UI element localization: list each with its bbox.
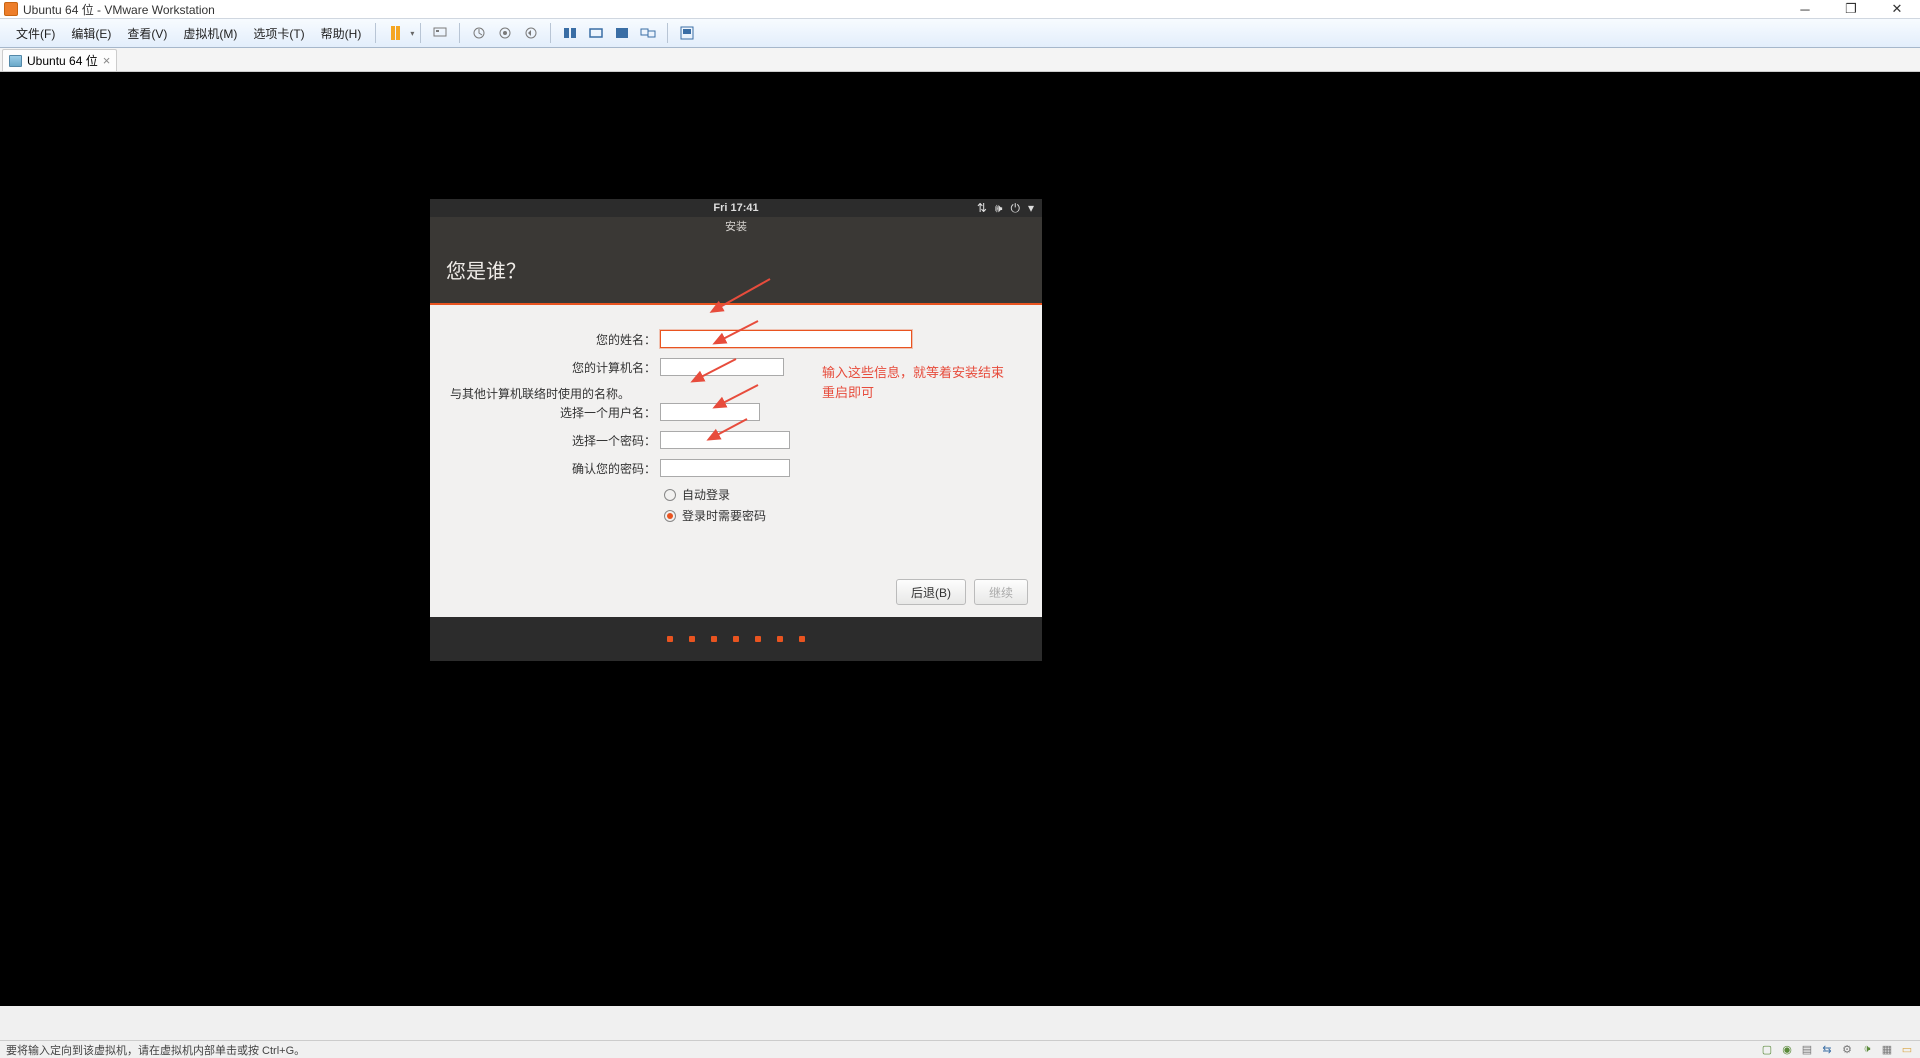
radio-checked-icon (664, 510, 676, 522)
pause-dropdown-icon[interactable]: ▾ (410, 29, 414, 38)
dot-icon (777, 636, 783, 642)
send-ctrl-alt-del-button[interactable] (429, 22, 451, 44)
vm-tab-label: Ubuntu 64 位 (27, 52, 98, 69)
multimonitor-button[interactable] (637, 22, 659, 44)
radio-icon (664, 489, 676, 501)
system-tray[interactable]: ⇅ 🕪 ⏻ ▾ (977, 201, 1034, 216)
tabbar: Ubuntu 64 位 × (0, 48, 1920, 72)
window-title: Ubuntu 64 位 - VMware Workstation (23, 1, 215, 18)
auto-login-label: 自动登录 (682, 486, 730, 503)
clock-label: Fri 17:41 (713, 202, 758, 214)
require-password-label: 登录时需要密码 (682, 507, 766, 524)
vm-console[interactable]: Fri 17:41 ⇅ 🕪 ⏻ ▾ 安装 您是谁？ 您的姓名： 您的计算机名： … (0, 72, 1920, 1006)
network-adapter-icon[interactable]: ⇆ (1820, 1043, 1834, 1057)
close-button[interactable]: ✕ (1874, 0, 1920, 18)
menu-tabs[interactable]: 选项卡(T) (245, 25, 312, 42)
menu-vm[interactable]: 虚拟机(M) (175, 25, 245, 42)
progress-dots (430, 617, 1042, 661)
unity-button[interactable] (585, 22, 607, 44)
menu-file[interactable]: 文件(F) (8, 25, 63, 42)
separator (375, 23, 376, 43)
separator (550, 23, 551, 43)
name-input[interactable] (660, 330, 912, 348)
snapshot-button[interactable] (468, 22, 490, 44)
menu-view[interactable]: 查看(V) (119, 25, 175, 42)
installer-titlebar: 安装 (430, 217, 1042, 237)
window-controls: ─ ❐ ✕ (1782, 0, 1920, 18)
gnome-topbar: Fri 17:41 ⇅ 🕪 ⏻ ▾ (430, 199, 1042, 217)
form-area: 您的姓名： 您的计算机名： 与其他计算机联络时使用的名称。 选择一个用户名： 选… (430, 305, 1042, 605)
username-label: 选择一个用户名： (450, 404, 660, 421)
arrow-computer-icon (718, 319, 763, 347)
vm-tab[interactable]: Ubuntu 64 位 × (2, 49, 117, 71)
dot-icon (667, 636, 673, 642)
statusbar: 要将输入定向到该虚拟机，请在虚拟机内部单击或按 Ctrl+G。 ▢ ◉ ▤ ⇆ … (0, 1040, 1920, 1058)
revert-snapshot-button[interactable] (520, 22, 542, 44)
annotation-line2: 重启即可 (822, 383, 1004, 403)
fullscreen-button[interactable] (611, 22, 633, 44)
name-label: 您的姓名： (450, 331, 660, 348)
sound-icon[interactable]: 🕩 (1860, 1043, 1874, 1057)
tab-close-button[interactable]: × (103, 53, 111, 68)
annotation-line1: 输入这些信息，就等着安装结束 (822, 363, 1004, 383)
chevron-down-icon[interactable]: ▾ (1028, 201, 1034, 215)
network-icon[interactable]: ⇅ (977, 201, 987, 215)
dot-icon (733, 636, 739, 642)
separator (420, 23, 421, 43)
maximize-button[interactable]: ❐ (1828, 0, 1874, 18)
status-icons: ▢ ◉ ▤ ⇆ ⚙ 🕩 ▦ ▭ (1760, 1043, 1914, 1057)
status-text: 要将输入定向到该虚拟机，请在虚拟机内部单击或按 Ctrl+G。 (6, 1042, 305, 1058)
dot-icon (799, 636, 805, 642)
usb-icon[interactable]: ⚙ (1840, 1043, 1854, 1057)
continue-button[interactable]: 继续 (974, 579, 1028, 605)
require-password-radio[interactable]: 登录时需要密码 (664, 507, 1022, 524)
disk-icon[interactable]: ▢ (1760, 1043, 1774, 1057)
printer-icon[interactable]: ▦ (1880, 1043, 1894, 1057)
password-label: 选择一个密码： (450, 432, 660, 449)
annotation-text: 输入这些信息，就等着安装结束 重启即可 (822, 363, 1004, 402)
dot-icon (689, 636, 695, 642)
back-button[interactable]: 后退(B) (896, 579, 966, 605)
arrow-username-icon (696, 357, 741, 385)
power-icon[interactable]: ⏻ (1010, 201, 1020, 216)
arrow-name-icon (715, 277, 775, 316)
installer-footer: 后退(B) 继续 (896, 579, 1028, 605)
thumbnail-bar-button[interactable] (676, 22, 698, 44)
dot-icon (755, 636, 761, 642)
menu-edit[interactable]: 编辑(E) (63, 25, 119, 42)
confirm-password-input[interactable] (660, 459, 790, 477)
arrow-password-icon (718, 383, 763, 411)
computer-label: 您的计算机名： (450, 359, 660, 376)
auto-login-radio[interactable]: 自动登录 (664, 486, 1022, 503)
pause-button[interactable] (384, 22, 406, 44)
app-icon (4, 2, 18, 16)
separator (667, 23, 668, 43)
arrow-confirm-icon (712, 417, 752, 442)
fit-guest-button[interactable] (559, 22, 581, 44)
menubar: 文件(F) 编辑(E) 查看(V) 虚拟机(M) 选项卡(T) 帮助(H) ▾ (0, 18, 1920, 48)
vm-tab-icon (9, 55, 22, 67)
message-log-icon[interactable]: ▭ (1900, 1043, 1914, 1057)
separator (459, 23, 460, 43)
confirm-label: 确认您的密码： (450, 460, 660, 477)
volume-icon[interactable]: 🕪 (995, 201, 1003, 216)
minimize-button[interactable]: ─ (1782, 0, 1828, 18)
ubuntu-installer-window: Fri 17:41 ⇅ 🕪 ⏻ ▾ 安装 您是谁？ 您的姓名： 您的计算机名： … (430, 199, 1042, 661)
floppy-icon[interactable]: ▤ (1800, 1043, 1814, 1057)
menu-help[interactable]: 帮助(H) (313, 25, 370, 42)
cd-icon[interactable]: ◉ (1780, 1043, 1794, 1057)
window-titlebar: Ubuntu 64 位 - VMware Workstation ─ ❐ ✕ (0, 0, 1920, 18)
dot-icon (711, 636, 717, 642)
snapshot-manager-button[interactable] (494, 22, 516, 44)
